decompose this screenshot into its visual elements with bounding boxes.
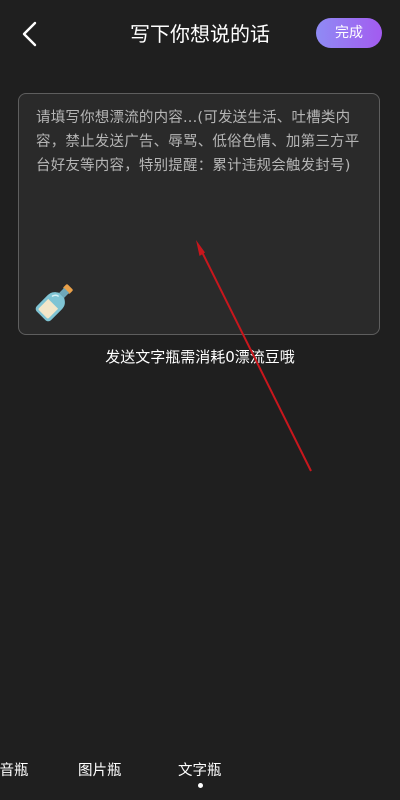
cost-hint: 发送文字瓶需消耗0漂流豆哦	[105, 348, 295, 366]
bottle-icon	[35, 284, 73, 322]
active-tab-indicator	[198, 783, 203, 788]
done-button[interactable]: 完成	[316, 18, 382, 48]
tab-text-bottle[interactable]: 文字瓶	[178, 760, 222, 782]
message-editor[interactable]: 请填写你想漂流的内容...(可发送生活、吐槽类内容，禁止发送广告、辱骂、低俗色情…	[18, 93, 380, 335]
bottle-type-tabs: 语音瓶 图片瓶 文字瓶	[0, 752, 400, 800]
tab-voice-bottle[interactable]: 语音瓶	[0, 760, 29, 782]
message-input-placeholder[interactable]: 请填写你想漂流的内容...(可发送生活、吐槽类内容，禁止发送广告、辱骂、低俗色情…	[36, 106, 366, 178]
tab-image-bottle[interactable]: 图片瓶	[78, 760, 122, 782]
header: 写下你想说的话 完成	[0, 0, 400, 68]
